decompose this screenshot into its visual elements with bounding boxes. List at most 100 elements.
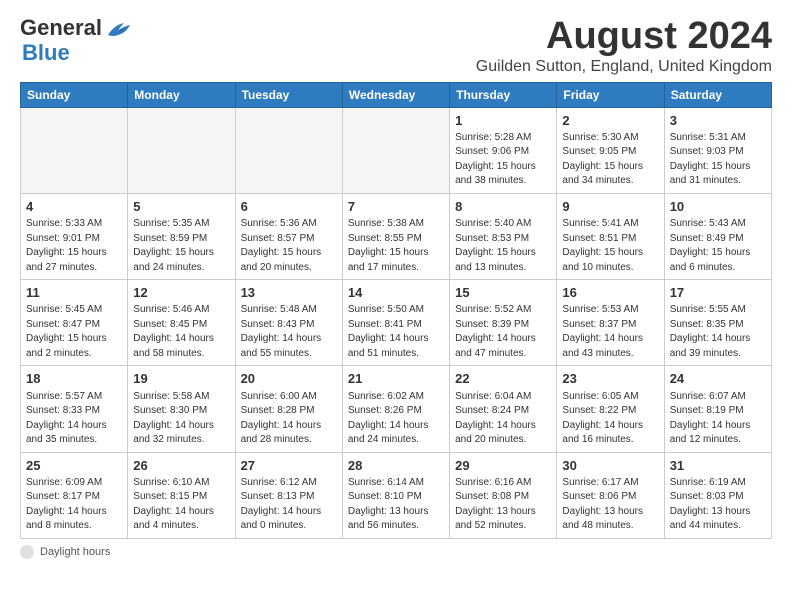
day-number: 15	[455, 284, 551, 302]
day-info: Sunrise: 6:16 AM Sunset: 8:08 PM Dayligh…	[455, 476, 551, 534]
day-number: 29	[455, 457, 551, 475]
calendar-cell: 29Sunrise: 6:16 AM Sunset: 8:08 PM Dayli…	[450, 452, 557, 538]
day-number: 30	[562, 457, 658, 475]
weekday-header-sunday: Sunday	[21, 82, 128, 107]
calendar-cell: 24Sunrise: 6:07 AM Sunset: 8:19 PM Dayli…	[664, 366, 771, 452]
logo-blue-text: Blue	[22, 40, 70, 66]
day-number: 28	[348, 457, 444, 475]
day-info: Sunrise: 5:50 AM Sunset: 8:41 PM Dayligh…	[348, 303, 444, 361]
day-number: 23	[562, 370, 658, 388]
footer-note: Daylight hours	[20, 545, 772, 559]
day-info: Sunrise: 5:58 AM Sunset: 8:30 PM Dayligh…	[133, 390, 229, 448]
weekday-header-row: SundayMondayTuesdayWednesdayThursdayFrid…	[21, 82, 772, 107]
calendar-cell: 27Sunrise: 6:12 AM Sunset: 8:13 PM Dayli…	[235, 452, 342, 538]
calendar-cell: 15Sunrise: 5:52 AM Sunset: 8:39 PM Dayli…	[450, 280, 557, 366]
calendar-week-row: 1Sunrise: 5:28 AM Sunset: 9:06 PM Daylig…	[21, 107, 772, 193]
calendar-cell: 14Sunrise: 5:50 AM Sunset: 8:41 PM Dayli…	[342, 280, 449, 366]
day-info: Sunrise: 5:46 AM Sunset: 8:45 PM Dayligh…	[133, 303, 229, 361]
calendar-cell: 17Sunrise: 5:55 AM Sunset: 8:35 PM Dayli…	[664, 280, 771, 366]
calendar-cell: 1Sunrise: 5:28 AM Sunset: 9:06 PM Daylig…	[450, 107, 557, 193]
calendar-cell	[342, 107, 449, 193]
day-number: 27	[241, 457, 337, 475]
title-month-year: August 2024	[476, 16, 772, 58]
calendar-cell	[235, 107, 342, 193]
day-number: 17	[670, 284, 766, 302]
day-info: Sunrise: 5:31 AM Sunset: 9:03 PM Dayligh…	[670, 131, 766, 189]
calendar-cell: 30Sunrise: 6:17 AM Sunset: 8:06 PM Dayli…	[557, 452, 664, 538]
day-info: Sunrise: 6:09 AM Sunset: 8:17 PM Dayligh…	[26, 476, 122, 534]
calendar-cell: 5Sunrise: 5:35 AM Sunset: 8:59 PM Daylig…	[128, 193, 235, 279]
day-number: 3	[670, 112, 766, 130]
calendar-cell: 6Sunrise: 5:36 AM Sunset: 8:57 PM Daylig…	[235, 193, 342, 279]
day-info: Sunrise: 5:55 AM Sunset: 8:35 PM Dayligh…	[670, 303, 766, 361]
day-number: 24	[670, 370, 766, 388]
day-number: 12	[133, 284, 229, 302]
day-number: 11	[26, 284, 122, 302]
calendar-cell: 31Sunrise: 6:19 AM Sunset: 8:03 PM Dayli…	[664, 452, 771, 538]
calendar-cell: 21 Sunrise: 6:02 AM Sunset: 8:26 PM Dayli…	[342, 366, 449, 452]
day-number: 16	[562, 284, 658, 302]
calendar-week-row: 4Sunrise: 5:33 AM Sunset: 9:01 PM Daylig…	[21, 193, 772, 279]
day-info: Sunrise: 5:45 AM Sunset: 8:47 PM Dayligh…	[26, 303, 122, 361]
day-info: Sunrise: 6:10 AM Sunset: 8:15 PM Dayligh…	[133, 476, 229, 534]
day-number: 21	[348, 370, 444, 388]
day-number: 20	[241, 370, 337, 388]
day-info: Sunrise: 6:19 AM Sunset: 8:03 PM Dayligh…	[670, 476, 766, 534]
day-number: 7	[348, 198, 444, 216]
day-number: 6	[241, 198, 337, 216]
day-info: Sunrise: 6:12 AM Sunset: 8:13 PM Dayligh…	[241, 476, 337, 534]
day-info: Sunrise: 6:04 AM Sunset: 8:24 PM Dayligh…	[455, 390, 551, 448]
day-info: Sunrise: 6:17 AM Sunset: 8:06 PM Dayligh…	[562, 476, 658, 534]
day-number: 4	[26, 198, 122, 216]
day-number: 22	[455, 370, 551, 388]
day-info: Sunrise: 6:05 AM Sunset: 8:22 PM Dayligh…	[562, 390, 658, 448]
day-number: 8	[455, 198, 551, 216]
day-number: 26	[133, 457, 229, 475]
header: General Blue August 2024 Guilden Sutton,…	[20, 16, 772, 76]
calendar-cell: 25Sunrise: 6:09 AM Sunset: 8:17 PM Dayli…	[21, 452, 128, 538]
day-info: Sunrise: 5:36 AM Sunset: 8:57 PM Dayligh…	[241, 217, 337, 275]
day-info: Sunrise: 5:30 AM Sunset: 9:05 PM Dayligh…	[562, 131, 658, 189]
day-info: Sunrise: 6:02 AM Sunset: 8:26 PM Dayligh…	[348, 390, 444, 448]
day-number: 25	[26, 457, 122, 475]
day-number: 31	[670, 457, 766, 475]
day-info: Sunrise: 5:33 AM Sunset: 9:01 PM Dayligh…	[26, 217, 122, 275]
calendar-cell: 11Sunrise: 5:45 AM Sunset: 8:47 PM Dayli…	[21, 280, 128, 366]
weekday-header-saturday: Saturday	[664, 82, 771, 107]
calendar-week-row: 18 Sunrise: 5:57 AM Sunset: 8:33 PM Dayli…	[21, 366, 772, 452]
day-info: Sunrise: 5:57 AM Sunset: 8:33 PM Dayligh…	[26, 390, 122, 448]
calendar-cell: 20Sunrise: 6:00 AM Sunset: 8:28 PM Dayli…	[235, 366, 342, 452]
day-info: Sunrise: 5:48 AM Sunset: 8:43 PM Dayligh…	[241, 303, 337, 361]
day-info: Sunrise: 5:41 AM Sunset: 8:51 PM Dayligh…	[562, 217, 658, 275]
calendar-cell: 7Sunrise: 5:38 AM Sunset: 8:55 PM Daylig…	[342, 193, 449, 279]
calendar-cell: 16Sunrise: 5:53 AM Sunset: 8:37 PM Dayli…	[557, 280, 664, 366]
day-info: Sunrise: 6:14 AM Sunset: 8:10 PM Dayligh…	[348, 476, 444, 534]
day-info: Sunrise: 5:40 AM Sunset: 8:53 PM Dayligh…	[455, 217, 551, 275]
weekday-header-friday: Friday	[557, 82, 664, 107]
day-number: 2	[562, 112, 658, 130]
calendar-week-row: 11Sunrise: 5:45 AM Sunset: 8:47 PM Dayli…	[21, 280, 772, 366]
daylight-icon	[20, 545, 34, 559]
weekday-header-monday: Monday	[128, 82, 235, 107]
calendar-cell: 12Sunrise: 5:46 AM Sunset: 8:45 PM Dayli…	[128, 280, 235, 366]
day-info: Sunrise: 5:53 AM Sunset: 8:37 PM Dayligh…	[562, 303, 658, 361]
day-info: Sunrise: 5:52 AM Sunset: 8:39 PM Dayligh…	[455, 303, 551, 361]
calendar-cell: 9Sunrise: 5:41 AM Sunset: 8:51 PM Daylig…	[557, 193, 664, 279]
calendar-cell: 3Sunrise: 5:31 AM Sunset: 9:03 PM Daylig…	[664, 107, 771, 193]
day-number: 18	[26, 370, 122, 388]
calendar-cell	[21, 107, 128, 193]
daylight-label: Daylight hours	[40, 546, 110, 558]
day-info: Sunrise: 5:28 AM Sunset: 9:06 PM Dayligh…	[455, 131, 551, 189]
day-info: Sunrise: 5:35 AM Sunset: 8:59 PM Dayligh…	[133, 217, 229, 275]
day-info: Sunrise: 5:43 AM Sunset: 8:49 PM Dayligh…	[670, 217, 766, 275]
logo-bird-icon	[104, 17, 132, 39]
calendar-table: SundayMondayTuesdayWednesdayThursdayFrid…	[20, 82, 772, 539]
title-location: Guilden Sutton, England, United Kingdom	[476, 58, 772, 76]
day-number: 9	[562, 198, 658, 216]
calendar-cell: 13Sunrise: 5:48 AM Sunset: 8:43 PM Dayli…	[235, 280, 342, 366]
day-number: 10	[670, 198, 766, 216]
calendar-week-row: 25Sunrise: 6:09 AM Sunset: 8:17 PM Dayli…	[21, 452, 772, 538]
calendar-cell: 2Sunrise: 5:30 AM Sunset: 9:05 PM Daylig…	[557, 107, 664, 193]
logo: General Blue	[20, 16, 132, 66]
calendar-cell: 28Sunrise: 6:14 AM Sunset: 8:10 PM Dayli…	[342, 452, 449, 538]
